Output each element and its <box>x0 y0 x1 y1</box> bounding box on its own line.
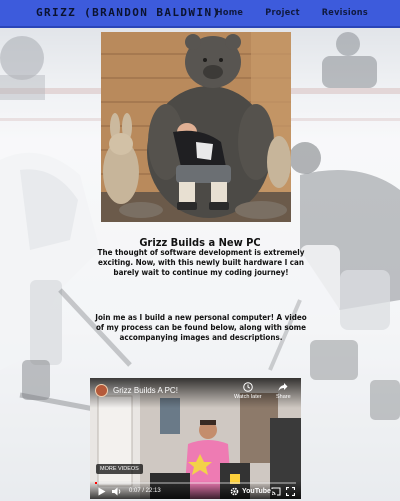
process-paragraph: Join me as I build a new personal comput… <box>95 313 307 342</box>
clock-icon <box>243 382 253 392</box>
watch-later-button[interactable]: Watch later <box>234 382 262 400</box>
cast-icon[interactable] <box>271 487 281 496</box>
bear-statue-photo <box>101 32 291 222</box>
intro-paragraph: The thought of software development is e… <box>97 248 305 277</box>
video-time-display: 0:07 / 22:13 <box>129 488 161 494</box>
share-arrow-icon <box>278 383 288 391</box>
fullscreen-icon[interactable] <box>286 487 295 496</box>
share-button[interactable]: Share <box>276 382 291 400</box>
play-icon[interactable] <box>98 487 106 496</box>
top-nav-bar: GRIZZ (BRANDON BALDWIN) Home Project Rev… <box>0 0 400 28</box>
nav-link-home[interactable]: Home <box>216 8 243 18</box>
nav-link-revisions[interactable]: Revisions <box>322 8 368 18</box>
settings-gear-icon[interactable] <box>230 487 239 496</box>
youtube-video-embed[interactable]: Grizz Builds A PC! Watch later Share MOR… <box>90 378 301 499</box>
video-progress-bar[interactable] <box>95 482 296 484</box>
video-title[interactable]: Grizz Builds A PC! <box>113 386 178 395</box>
hero-photo <box>101 32 291 222</box>
share-label: Share <box>276 394 291 400</box>
youtube-logo[interactable]: YouTube <box>242 488 271 495</box>
site-brand[interactable]: GRIZZ (BRANDON BALDWIN) <box>36 6 221 19</box>
nav-link-project[interactable]: Project <box>265 8 300 18</box>
more-videos-button[interactable]: MORE VIDEOS <box>96 464 143 474</box>
channel-avatar[interactable] <box>95 384 108 397</box>
video-progress-fill <box>95 482 97 484</box>
nav-links: Home Project Revisions <box>216 8 368 18</box>
watch-later-label: Watch later <box>234 394 262 400</box>
volume-icon[interactable] <box>112 487 122 496</box>
